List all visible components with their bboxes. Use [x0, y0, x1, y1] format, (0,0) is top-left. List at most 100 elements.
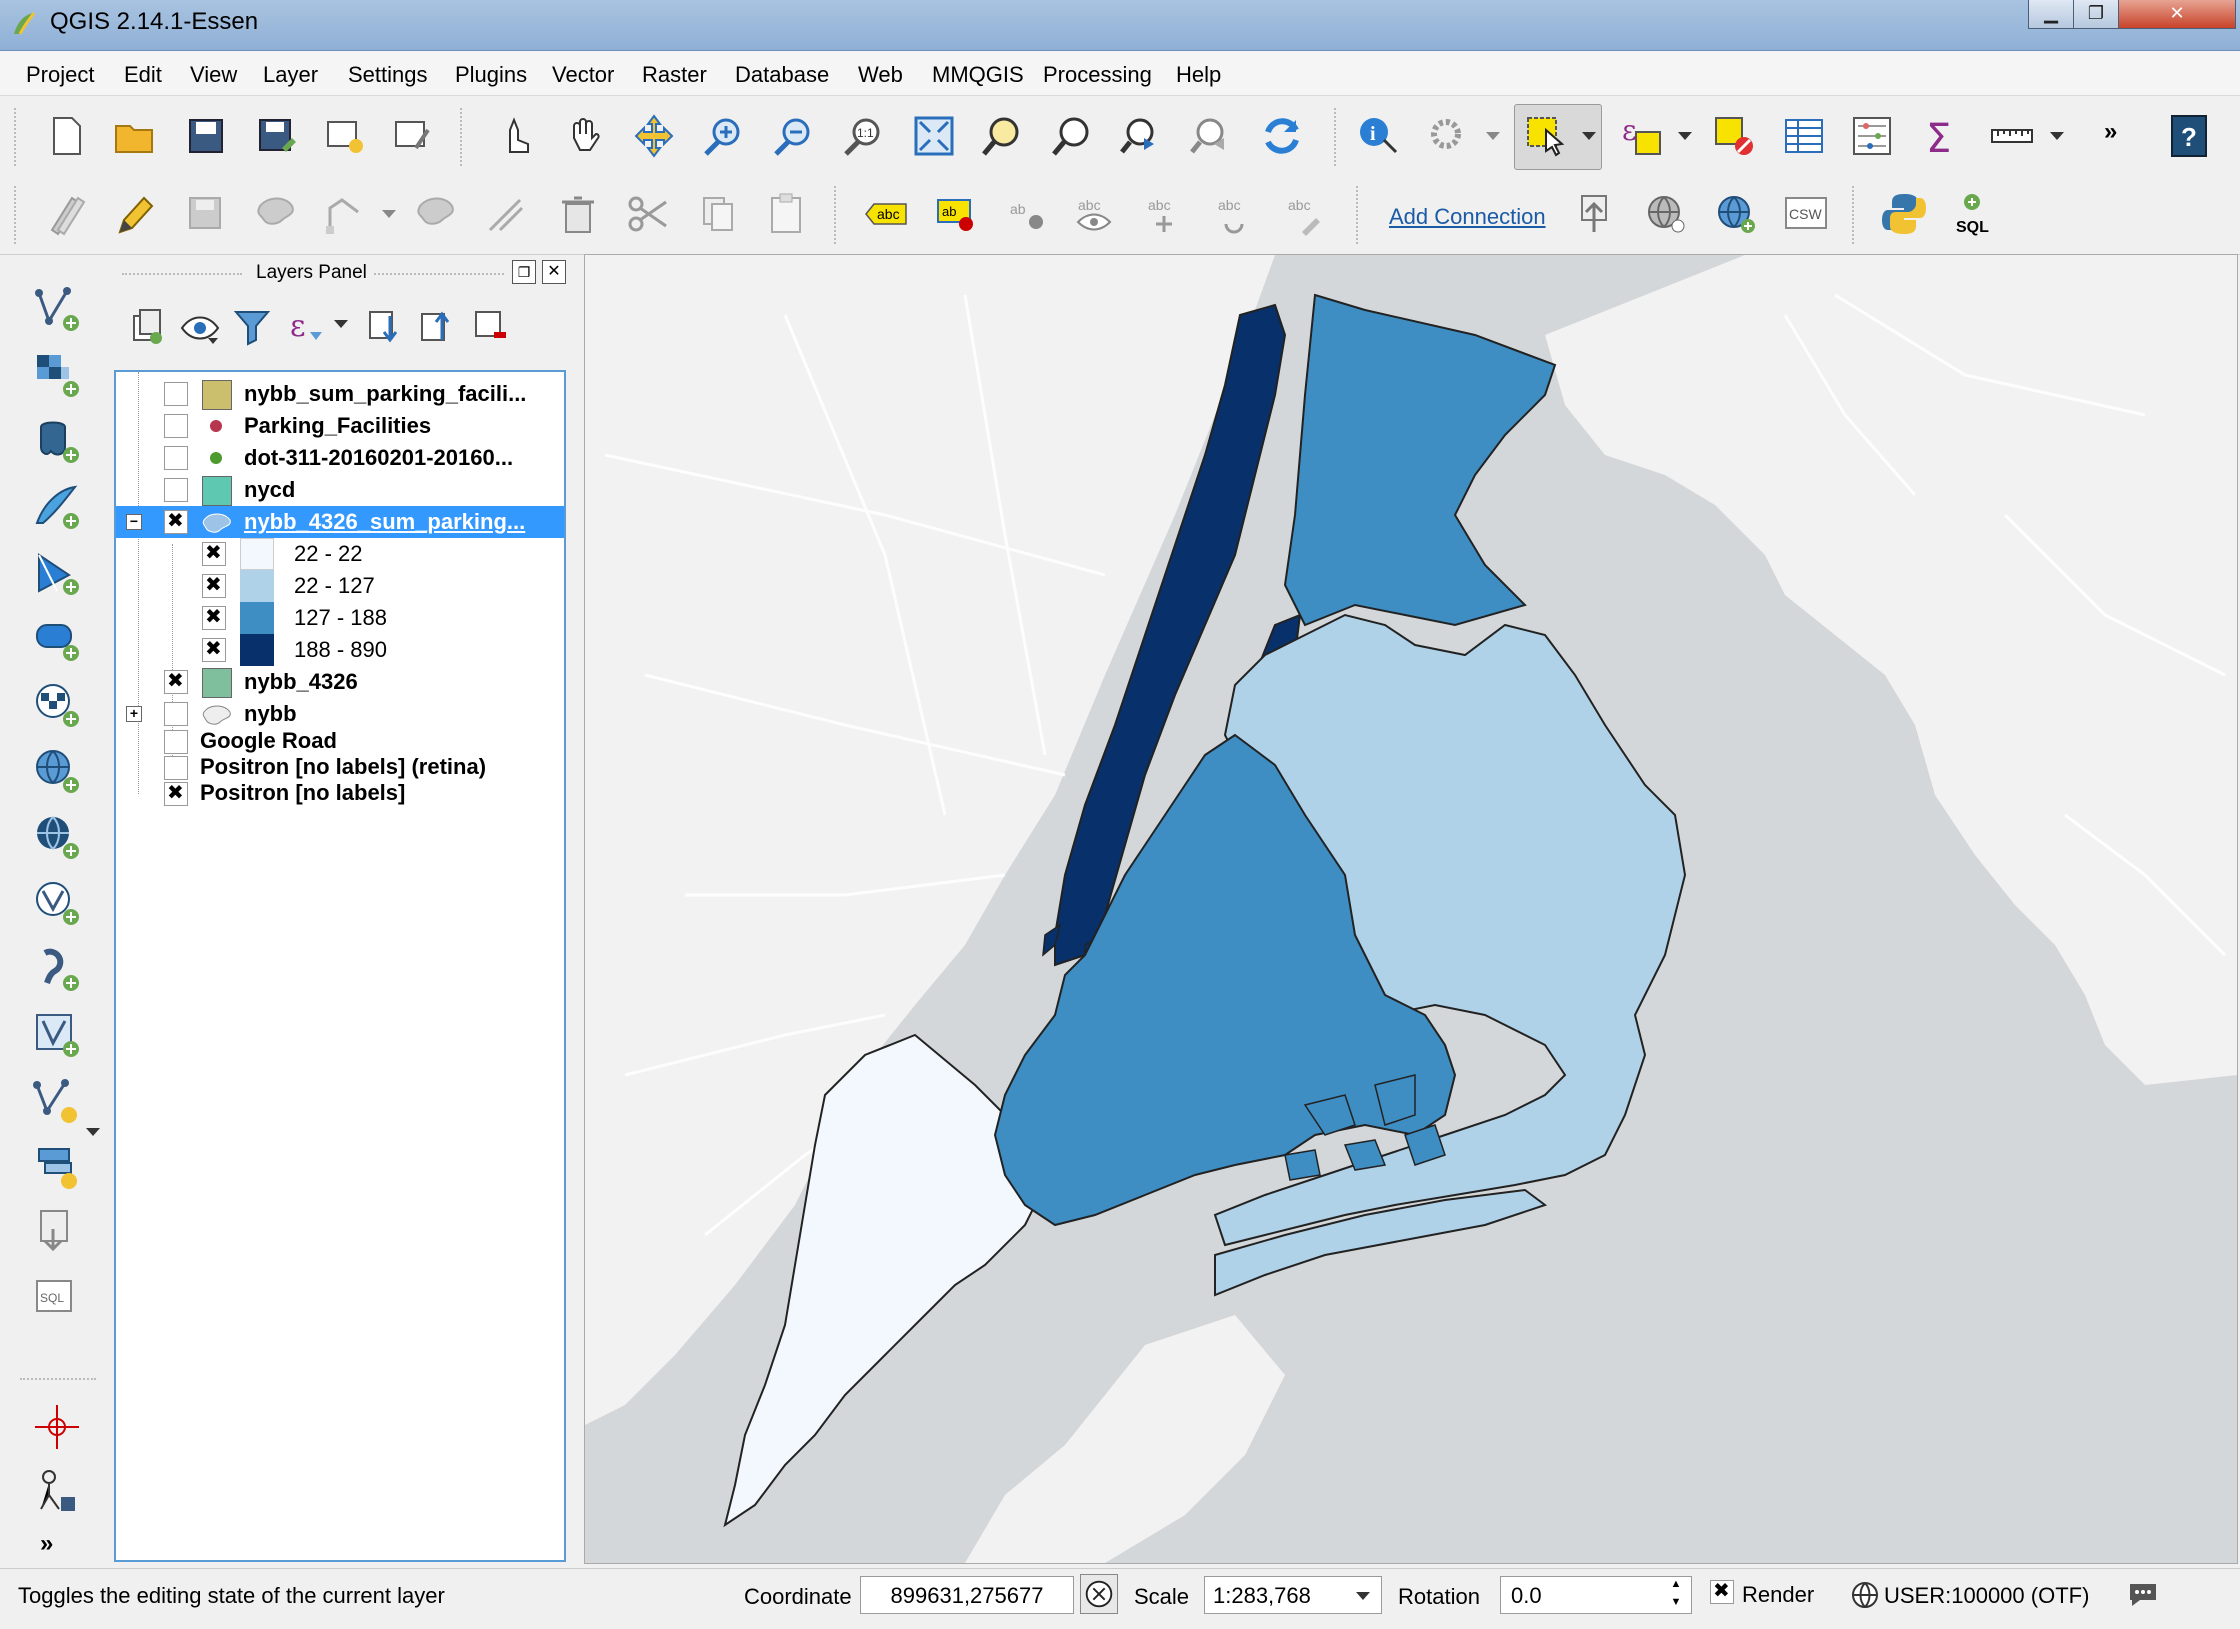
- menu-view[interactable]: View: [190, 62, 237, 88]
- add-wms-wmts-layer-icon[interactable]: [28, 742, 86, 800]
- deselect-all-icon[interactable]: [1708, 110, 1760, 162]
- zoom-in-icon[interactable]: [698, 110, 750, 162]
- add-oracle-layer-icon[interactable]: [28, 610, 86, 668]
- add-vector-layer-icon[interactable]: [28, 280, 86, 338]
- upload-connection-icon[interactable]: [1568, 188, 1620, 240]
- zoom-next-icon[interactable]: [1184, 110, 1236, 162]
- legend-class-row[interactable]: 22 - 22: [116, 538, 564, 570]
- scale-dropdown-arrow[interactable]: [1356, 1592, 1370, 1600]
- crs-globe-icon[interactable]: [1850, 1580, 1880, 1610]
- expression-filter-dropdown-arrow[interactable]: [334, 320, 348, 328]
- zoom-out-icon[interactable]: [768, 110, 820, 162]
- add-wfs-layer-icon[interactable]: [28, 874, 86, 932]
- zoom-last-icon[interactable]: [1114, 110, 1166, 162]
- messages-speech-bubble-icon[interactable]: [2126, 1580, 2160, 1610]
- new-spatialite-layer-icon[interactable]: [28, 1138, 86, 1196]
- db-manager-sql-icon[interactable]: SQL: [1946, 188, 1998, 240]
- action-dropdown-arrow[interactable]: [1486, 132, 1500, 140]
- layer-labeling-options-icon[interactable]: abc: [860, 188, 912, 240]
- menu-vector[interactable]: Vector: [552, 62, 614, 88]
- remove-layer-icon[interactable]: [464, 300, 516, 352]
- filter-by-expression-icon[interactable]: ε: [280, 300, 332, 352]
- class-visibility-checkbox[interactable]: [202, 636, 226, 662]
- highlight-pinned-labels-icon[interactable]: abc: [1068, 188, 1120, 240]
- new-temporary-layer-icon[interactable]: [28, 1204, 86, 1262]
- zoom-to-selection-icon[interactable]: [1046, 110, 1098, 162]
- show-hide-labels-icon[interactable]: ab: [1000, 188, 1052, 240]
- layer-row-nybb-sum-parking[interactable]: nybb_sum_parking_facili...: [116, 378, 564, 410]
- add-mssql-layer-icon[interactable]: [28, 544, 86, 602]
- layer-row-nybb-4326-sum-parking-selected[interactable]: − nybb_4326_sum_parking...: [116, 506, 564, 538]
- node-edit-tool-icon[interactable]: [480, 188, 532, 240]
- menu-edit[interactable]: Edit: [124, 62, 162, 88]
- close-window-button[interactable]: ✕: [2118, 0, 2236, 29]
- new-shapefile-layer-icon[interactable]: [28, 1072, 86, 1130]
- menu-plugins[interactable]: Plugins: [455, 62, 527, 88]
- attribute-table-icon[interactable]: [1778, 110, 1830, 162]
- float-panel-icon[interactable]: ❐: [512, 260, 536, 284]
- statistics-icon[interactable]: [1846, 110, 1898, 162]
- cut-features-icon[interactable]: [622, 188, 674, 240]
- toggle-editing-pencil-icon[interactable]: [108, 188, 160, 240]
- menu-settings[interactable]: Settings: [348, 62, 428, 88]
- menu-processing[interactable]: Processing: [1043, 62, 1152, 88]
- measure-dropdown-arrow[interactable]: [2050, 132, 2064, 140]
- layer-visibility-checkbox[interactable]: [164, 446, 188, 470]
- measure-line-icon[interactable]: [1986, 110, 2038, 162]
- save-layer-edits-icon[interactable]: [180, 188, 232, 240]
- menu-mmqgis[interactable]: MMQGIS: [932, 62, 1024, 88]
- zoom-actual-size-icon[interactable]: 1:1: [838, 110, 890, 162]
- filter-legend-funnel-icon[interactable]: [226, 300, 278, 352]
- legend-class-row[interactable]: 188 - 890: [116, 634, 564, 666]
- toolbar-expand-chevron-icon[interactable]: »: [40, 1530, 53, 1558]
- save-as-icon[interactable]: [250, 110, 302, 162]
- layer-row-positron[interactable]: Positron [no labels]: [116, 780, 564, 806]
- composer-manager-icon[interactable]: [386, 110, 438, 162]
- select-features-icon[interactable]: [1520, 110, 1572, 162]
- class-visibility-checkbox[interactable]: [202, 572, 226, 598]
- layer-row-google-road[interactable]: Google Road: [116, 728, 564, 754]
- identify-features-icon[interactable]: i: [1352, 110, 1404, 162]
- coordinate-field[interactable]: 899631,275677: [860, 1576, 1074, 1614]
- add-spatialite-layer-icon[interactable]: [28, 478, 86, 536]
- layer-row-nycd[interactable]: nycd: [116, 474, 564, 506]
- rotation-decrement-arrow-icon[interactable]: ▼: [1664, 1596, 1688, 1612]
- layer-row-nybb[interactable]: + nybb: [116, 698, 564, 730]
- digitize-dropdown-arrow[interactable]: [382, 210, 396, 218]
- select-by-expression-icon[interactable]: ε: [1616, 110, 1668, 162]
- menu-web[interactable]: Web: [858, 62, 903, 88]
- zoom-full-icon[interactable]: [908, 110, 960, 162]
- toggle-extents-mouse-icon[interactable]: [1080, 1574, 1118, 1614]
- layer-row-nybb-4326[interactable]: nybb_4326: [116, 666, 564, 698]
- menu-raster[interactable]: Raster: [642, 62, 707, 88]
- add-connection-link[interactable]: Add Connection: [1389, 204, 1546, 230]
- layer-visibility-checkbox[interactable]: [164, 382, 188, 406]
- sql-layer-icon[interactable]: SQL: [28, 1270, 86, 1328]
- add-wms-layer-icon[interactable]: [1710, 188, 1762, 240]
- class-visibility-checkbox[interactable]: [202, 604, 226, 630]
- add-raster-layer-icon[interactable]: [28, 346, 86, 404]
- layer-row-dot-311[interactable]: dot-311-20160201-20160...: [116, 442, 564, 474]
- sum-sigma-icon[interactable]: Σ: [1916, 110, 1968, 162]
- class-visibility-checkbox[interactable]: [202, 540, 226, 566]
- add-feature-icon[interactable]: [250, 188, 302, 240]
- collapse-all-icon[interactable]: [410, 300, 462, 352]
- add-group-icon[interactable]: [120, 300, 172, 352]
- crs-status-label[interactable]: USER:100000 (OTF): [1884, 1583, 2089, 1609]
- new-layer-dropdown-arrow[interactable]: [86, 1128, 100, 1136]
- add-db2-layer-icon[interactable]: [28, 676, 86, 734]
- close-panel-icon[interactable]: ✕: [542, 260, 566, 284]
- add-delimited-text-layer-icon[interactable]: [28, 940, 86, 998]
- python-console-icon[interactable]: [1878, 188, 1930, 240]
- copy-features-icon[interactable]: [692, 188, 744, 240]
- layer-visibility-checkbox[interactable]: [164, 780, 188, 806]
- visibility-dropdown-arrow[interactable]: [208, 338, 218, 344]
- whats-this-help-icon[interactable]: ?: [2164, 110, 2216, 162]
- collapse-toggle-icon[interactable]: −: [126, 514, 142, 530]
- layer-visibility-checkbox[interactable]: [164, 702, 188, 726]
- open-project-icon[interactable]: [108, 110, 160, 162]
- map-canvas[interactable]: [584, 254, 2238, 1564]
- layer-visibility-checkbox[interactable]: [164, 756, 188, 780]
- layer-visibility-checkbox[interactable]: [164, 668, 188, 694]
- pan-to-selection-icon[interactable]: [628, 110, 680, 162]
